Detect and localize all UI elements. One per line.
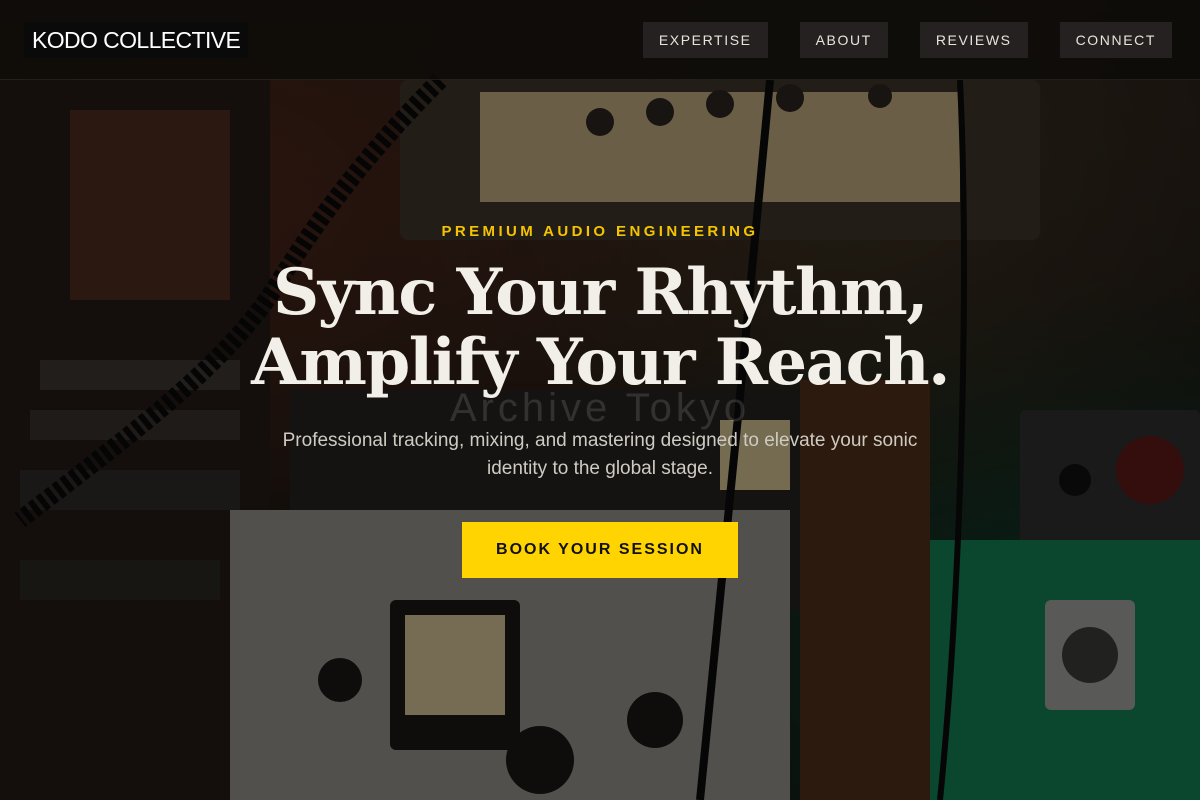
hero-eyebrow: PREMIUM AUDIO ENGINEERING xyxy=(441,223,759,240)
nav-link-reviews[interactable]: REVIEWS xyxy=(919,22,1028,58)
nav-link-connect[interactable]: CONNECT xyxy=(1059,22,1172,58)
hero-headline-line-1: Sync Your Rhythm, xyxy=(272,255,929,330)
book-session-button[interactable]: BOOK YOUR SESSION xyxy=(462,522,738,578)
hero-section: Archive Tokyo PREMIUM AUDIO ENGINEERING … xyxy=(0,80,1200,800)
main-nav: EXPERTISE ABOUT REVIEWS CONNECT xyxy=(642,22,1172,58)
landing-page: KODO COLLECTIVE EXPERTISE ABOUT REVIEWS … xyxy=(0,0,1200,800)
nav-link-about[interactable]: ABOUT xyxy=(799,22,888,58)
nav-link-expertise[interactable]: EXPERTISE xyxy=(642,22,768,58)
hero-subtitle: Professional tracking, mixing, and maste… xyxy=(282,430,918,479)
site-header: KODO COLLECTIVE EXPERTISE ABOUT REVIEWS … xyxy=(0,0,1200,80)
site-logo[interactable]: KODO COLLECTIVE xyxy=(24,22,249,58)
hero-headline: Sync Your Rhythm, Amplify Your Reach. xyxy=(0,258,1200,398)
hero-headline-line-2: Amplify Your Reach. xyxy=(251,325,950,400)
